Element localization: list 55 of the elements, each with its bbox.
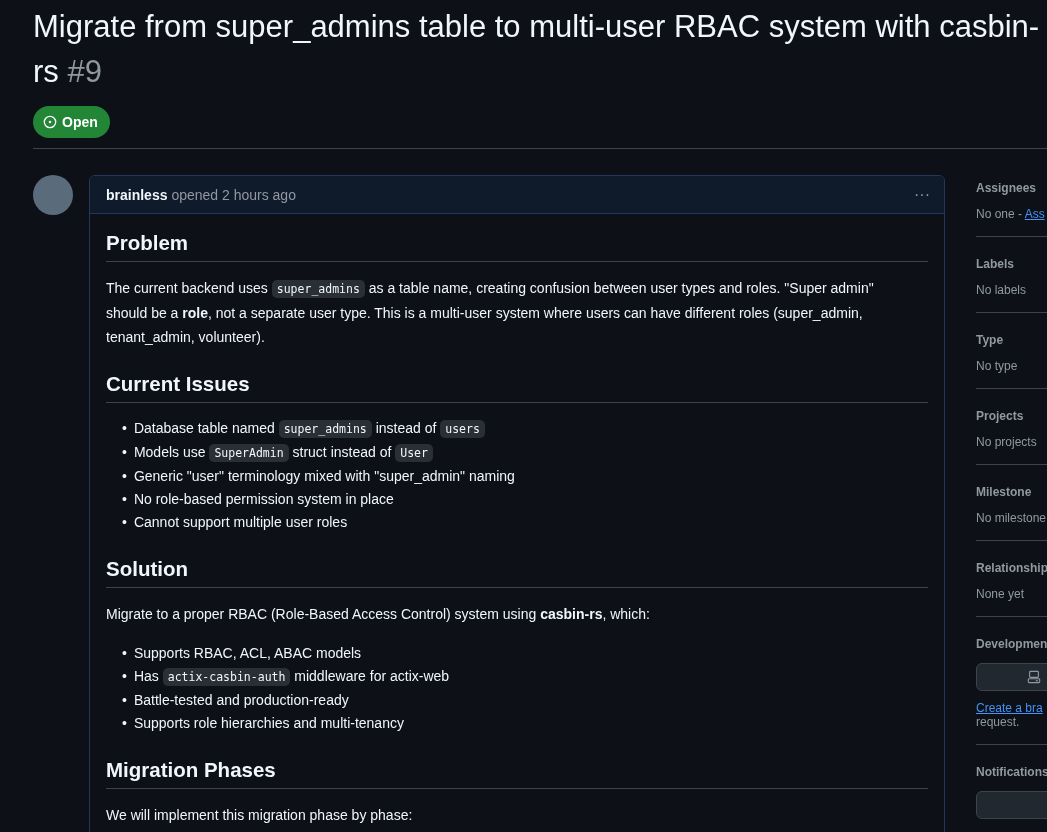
- issue-title: Migrate from super_admins table to multi-user RBAC system with casbin-rs #9: [33, 8, 1041, 91]
- sidebar-heading[interactable]: Relationship: [976, 561, 1047, 575]
- paragraph: The current backend uses super_admins as a table name, creating confusion between user types and roles. "Super admin" should be a role, not a separate user type. This is a multi-user system where users can have different roles (super_admin, tenant_admin, volunteer).: [106, 279, 875, 347]
- avatar[interactable]: [33, 175, 73, 215]
- list-item: Database table named super_admins instead of users: [133, 417, 485, 441]
- status-badge: Open: [33, 106, 110, 138]
- computer-icon: [1027, 670, 1041, 684]
- sidebar-heading[interactable]: Labels: [976, 257, 1047, 271]
- list-item: Battle-tested and production-ready: [133, 691, 349, 710]
- list-item: Cannot support multiple user roles: [133, 513, 348, 532]
- sidebar-value: request.: [976, 715, 1020, 729]
- bullet: •: [122, 691, 127, 710]
- section-heading: Solution: [106, 556, 928, 588]
- more-options-button[interactable]: ···: [910, 185, 934, 204]
- list-item: Supports role hierarchies and multi-tenancy: [133, 714, 404, 733]
- open-circle-icon: [43, 115, 57, 129]
- bullet: •: [122, 467, 127, 486]
- bullet: •: [122, 667, 127, 686]
- list-item: No role-based permission system in place: [133, 490, 394, 509]
- sidebar-value: None yet: [976, 587, 1025, 601]
- sidebar-value: No milestone: [976, 511, 1047, 525]
- sidebar-heading[interactable]: Projects: [976, 409, 1047, 423]
- list-item: Has actix-casbin-auth middleware for actix-web: [133, 667, 450, 688]
- bullet: •: [122, 644, 127, 663]
- inline-code: User: [395, 444, 433, 462]
- sidebar-link[interactable]: Ass: [1024, 207, 1045, 221]
- inline-code: super_admins: [271, 280, 365, 298]
- comment-meta: brainless opened 2 hours ago: [106, 186, 296, 203]
- sidebar-value: No labels: [976, 283, 1027, 297]
- list-item: Supports RBAC, ACL, ABAC models: [133, 644, 362, 663]
- bullet: •: [122, 419, 127, 438]
- inline-code: super_admins: [278, 420, 372, 438]
- list-item: Generic "user" terminology mixed with "super_admin" naming: [133, 467, 515, 486]
- sidebar-value: No one -: [976, 207, 1024, 221]
- sidebar-heading[interactable]: Type: [976, 333, 1047, 347]
- section-heading: Migration Phases: [106, 757, 928, 789]
- sidebar-heading[interactable]: Developmen: [976, 637, 1047, 651]
- inline-code: actix-casbin-auth: [162, 668, 291, 686]
- bullet: •: [122, 714, 127, 733]
- sidebar-value: No projects: [976, 435, 1037, 449]
- development-button[interactable]: [976, 663, 1047, 691]
- sidebar-heading[interactable]: Assignees: [976, 181, 1047, 195]
- paragraph: Migrate to a proper RBAC (Role-Based Access Control) system using casbin-rs, which:: [106, 605, 651, 624]
- inline-code: users: [440, 420, 485, 438]
- section-heading: Problem: [106, 230, 928, 262]
- sidebar-heading[interactable]: Milestone: [976, 485, 1047, 499]
- list-item: Models use SuperAdmin struct instead of User: [133, 441, 433, 465]
- bullet: •: [122, 513, 127, 532]
- inline-code: SuperAdmin: [209, 444, 289, 462]
- section-heading: Current Issues: [106, 371, 928, 403]
- bullet: •: [122, 490, 127, 509]
- paragraph: We will implement this migration phase by phase:: [106, 806, 414, 825]
- bullet: •: [122, 443, 127, 462]
- sidebar-value: No type: [976, 359, 1018, 373]
- sidebar-link[interactable]: Create a bra: [976, 701, 1043, 715]
